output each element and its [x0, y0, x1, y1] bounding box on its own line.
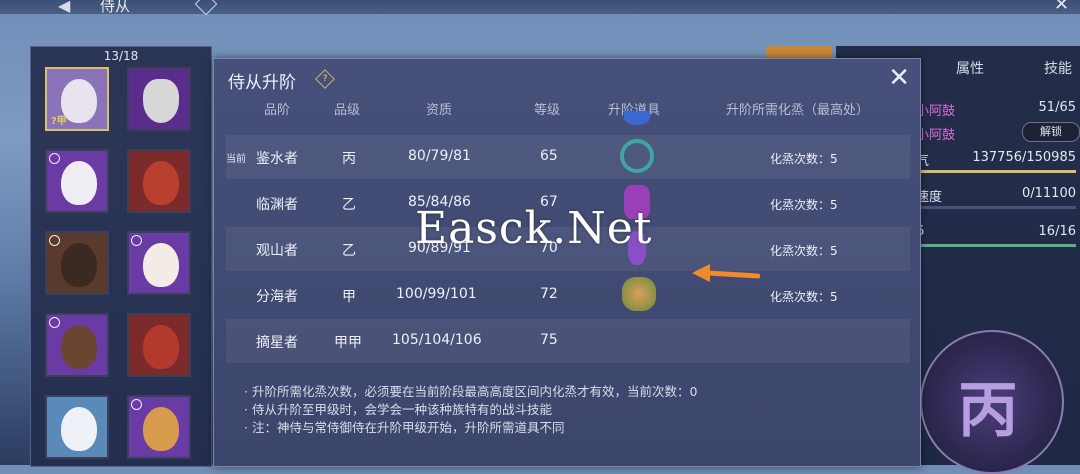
level: 65	[540, 148, 558, 164]
unlock-button[interactable]: 解锁	[1022, 122, 1080, 142]
lock-icon	[49, 153, 60, 164]
lock-icon	[49, 235, 60, 246]
attendant-roster: 13/18 ?甲	[30, 46, 212, 467]
attr-label: 小阿鼓	[916, 104, 956, 119]
attendant-card[interactable]	[127, 231, 191, 295]
column-header: 品阶	[264, 103, 291, 118]
item-icon	[624, 111, 650, 125]
attendant-card[interactable]	[127, 149, 191, 213]
requirement: 化烝次数：5	[770, 244, 838, 258]
attendant-card[interactable]: ?甲	[45, 67, 109, 131]
lock-icon	[49, 317, 60, 328]
level: 72	[540, 286, 558, 302]
note-line: · 升阶所需化烝次数，必须要在当前阶段最高高度区间内化烝才有效，当前次数：0	[244, 384, 698, 399]
current-tag: 当前	[226, 154, 246, 165]
requirement: 化烝次数：5	[770, 198, 838, 212]
table-row[interactable]: 当前 鉴水者 丙 80/79/81 65 化烝次数：5	[226, 135, 910, 179]
dialog-title: 侍从升阶	[228, 73, 296, 93]
grade-emblem-icon: 丙	[920, 330, 1064, 474]
grade: 乙	[342, 243, 356, 259]
grade: 甲	[342, 289, 356, 305]
tab-skills[interactable]: 技能	[1044, 58, 1072, 78]
tab-attributes[interactable]: 属性	[956, 58, 984, 78]
portrait-icon	[61, 325, 97, 369]
gem-item-icon[interactable]	[622, 277, 656, 311]
portrait-icon	[61, 243, 97, 287]
attendant-card[interactable]	[127, 395, 191, 459]
aptitude: 100/99/101	[396, 286, 477, 302]
note-line: · 侍从升阶至甲级时，会学会一种该种族特有的战斗技能	[244, 402, 552, 417]
note-line: · 注：神侍与常侍御侍在升阶甲级开始，升阶所需道具不同	[244, 420, 565, 435]
roster-count: 13/18	[103, 49, 139, 63]
attr-value: 137756/150985	[972, 150, 1076, 165]
page-title: 侍从	[100, 0, 131, 15]
notes: · 升阶所需化烝次数，必须要在当前阶段最高高度区间内化烝才有效，当前次数：0 ·…	[244, 383, 697, 437]
attr-bar	[916, 244, 1076, 247]
attr-value: 51/65	[1038, 100, 1076, 115]
help-icon-glyph: ?	[322, 74, 328, 84]
attr-label: 小阿鼓	[916, 128, 956, 143]
emblem-char: 丙	[958, 376, 1018, 446]
portrait-icon	[143, 407, 179, 451]
attendant-card[interactable]	[127, 313, 191, 377]
table-row[interactable]: 分海者 甲 100/99/101 72 化烝次数：5	[226, 273, 910, 317]
attr-value: 16/16	[1038, 224, 1076, 239]
portrait-icon	[143, 79, 179, 123]
table-row[interactable]: 摘星者 甲甲 105/104/106 75	[226, 319, 910, 363]
lock-icon	[131, 235, 142, 246]
lock-icon	[131, 399, 142, 410]
column-header: 品级	[334, 103, 361, 118]
rank-name: 观山者	[256, 243, 298, 259]
attr-bar	[916, 206, 1076, 209]
ring-item-icon[interactable]	[620, 139, 654, 173]
rank-name: 摘星者	[256, 335, 298, 351]
attr-bar	[916, 170, 1076, 173]
attendant-card[interactable]	[45, 395, 109, 459]
card-grade-badge: ?甲	[51, 116, 67, 127]
column-header: 等级	[534, 103, 561, 118]
aptitude: 105/104/106	[392, 332, 482, 348]
close-button[interactable]: ✕	[888, 63, 910, 93]
attendant-card[interactable]	[127, 67, 191, 131]
top-bar: ◀ 侍从 ✕	[0, 0, 1080, 16]
ascension-dialog: 侍从升阶 ? ✕ 品阶 品级 资质 等级 升阶道具 升阶所需化烝（最高处） 当前…	[213, 58, 921, 467]
attendant-card[interactable]	[45, 313, 109, 377]
portrait-icon	[143, 161, 179, 205]
requirement: 化烝次数：5	[770, 152, 838, 166]
aptitude: 80/79/81	[408, 148, 471, 164]
rank-name: 分海者	[256, 289, 298, 305]
column-header: 资质	[426, 103, 453, 118]
portrait-icon	[61, 161, 97, 205]
grade: 乙	[342, 197, 356, 213]
watermark: Easck.Net	[415, 203, 653, 254]
rank-name: 鉴水者	[256, 151, 298, 167]
close-icon[interactable]: ✕	[1054, 0, 1069, 15]
portrait-icon	[61, 407, 97, 451]
attr-value: 0/11100	[1021, 186, 1076, 201]
help-icon[interactable]	[194, 0, 218, 16]
portrait-icon	[143, 243, 179, 287]
level: 75	[540, 332, 558, 348]
back-arrow-icon[interactable]: ◀	[58, 0, 70, 15]
help-icon[interactable]: ?	[315, 69, 335, 89]
requirement: 化烝次数：5	[770, 290, 838, 304]
attendant-card[interactable]	[45, 149, 109, 213]
pointer-arrow-icon	[692, 264, 760, 282]
column-header: 升阶所需化烝（最高处）	[726, 103, 870, 118]
rank-name: 临渊者	[256, 197, 298, 213]
attendant-card[interactable]	[45, 231, 109, 295]
portrait-icon	[143, 325, 179, 369]
grade: 甲甲	[334, 335, 362, 351]
grade: 丙	[342, 151, 356, 167]
